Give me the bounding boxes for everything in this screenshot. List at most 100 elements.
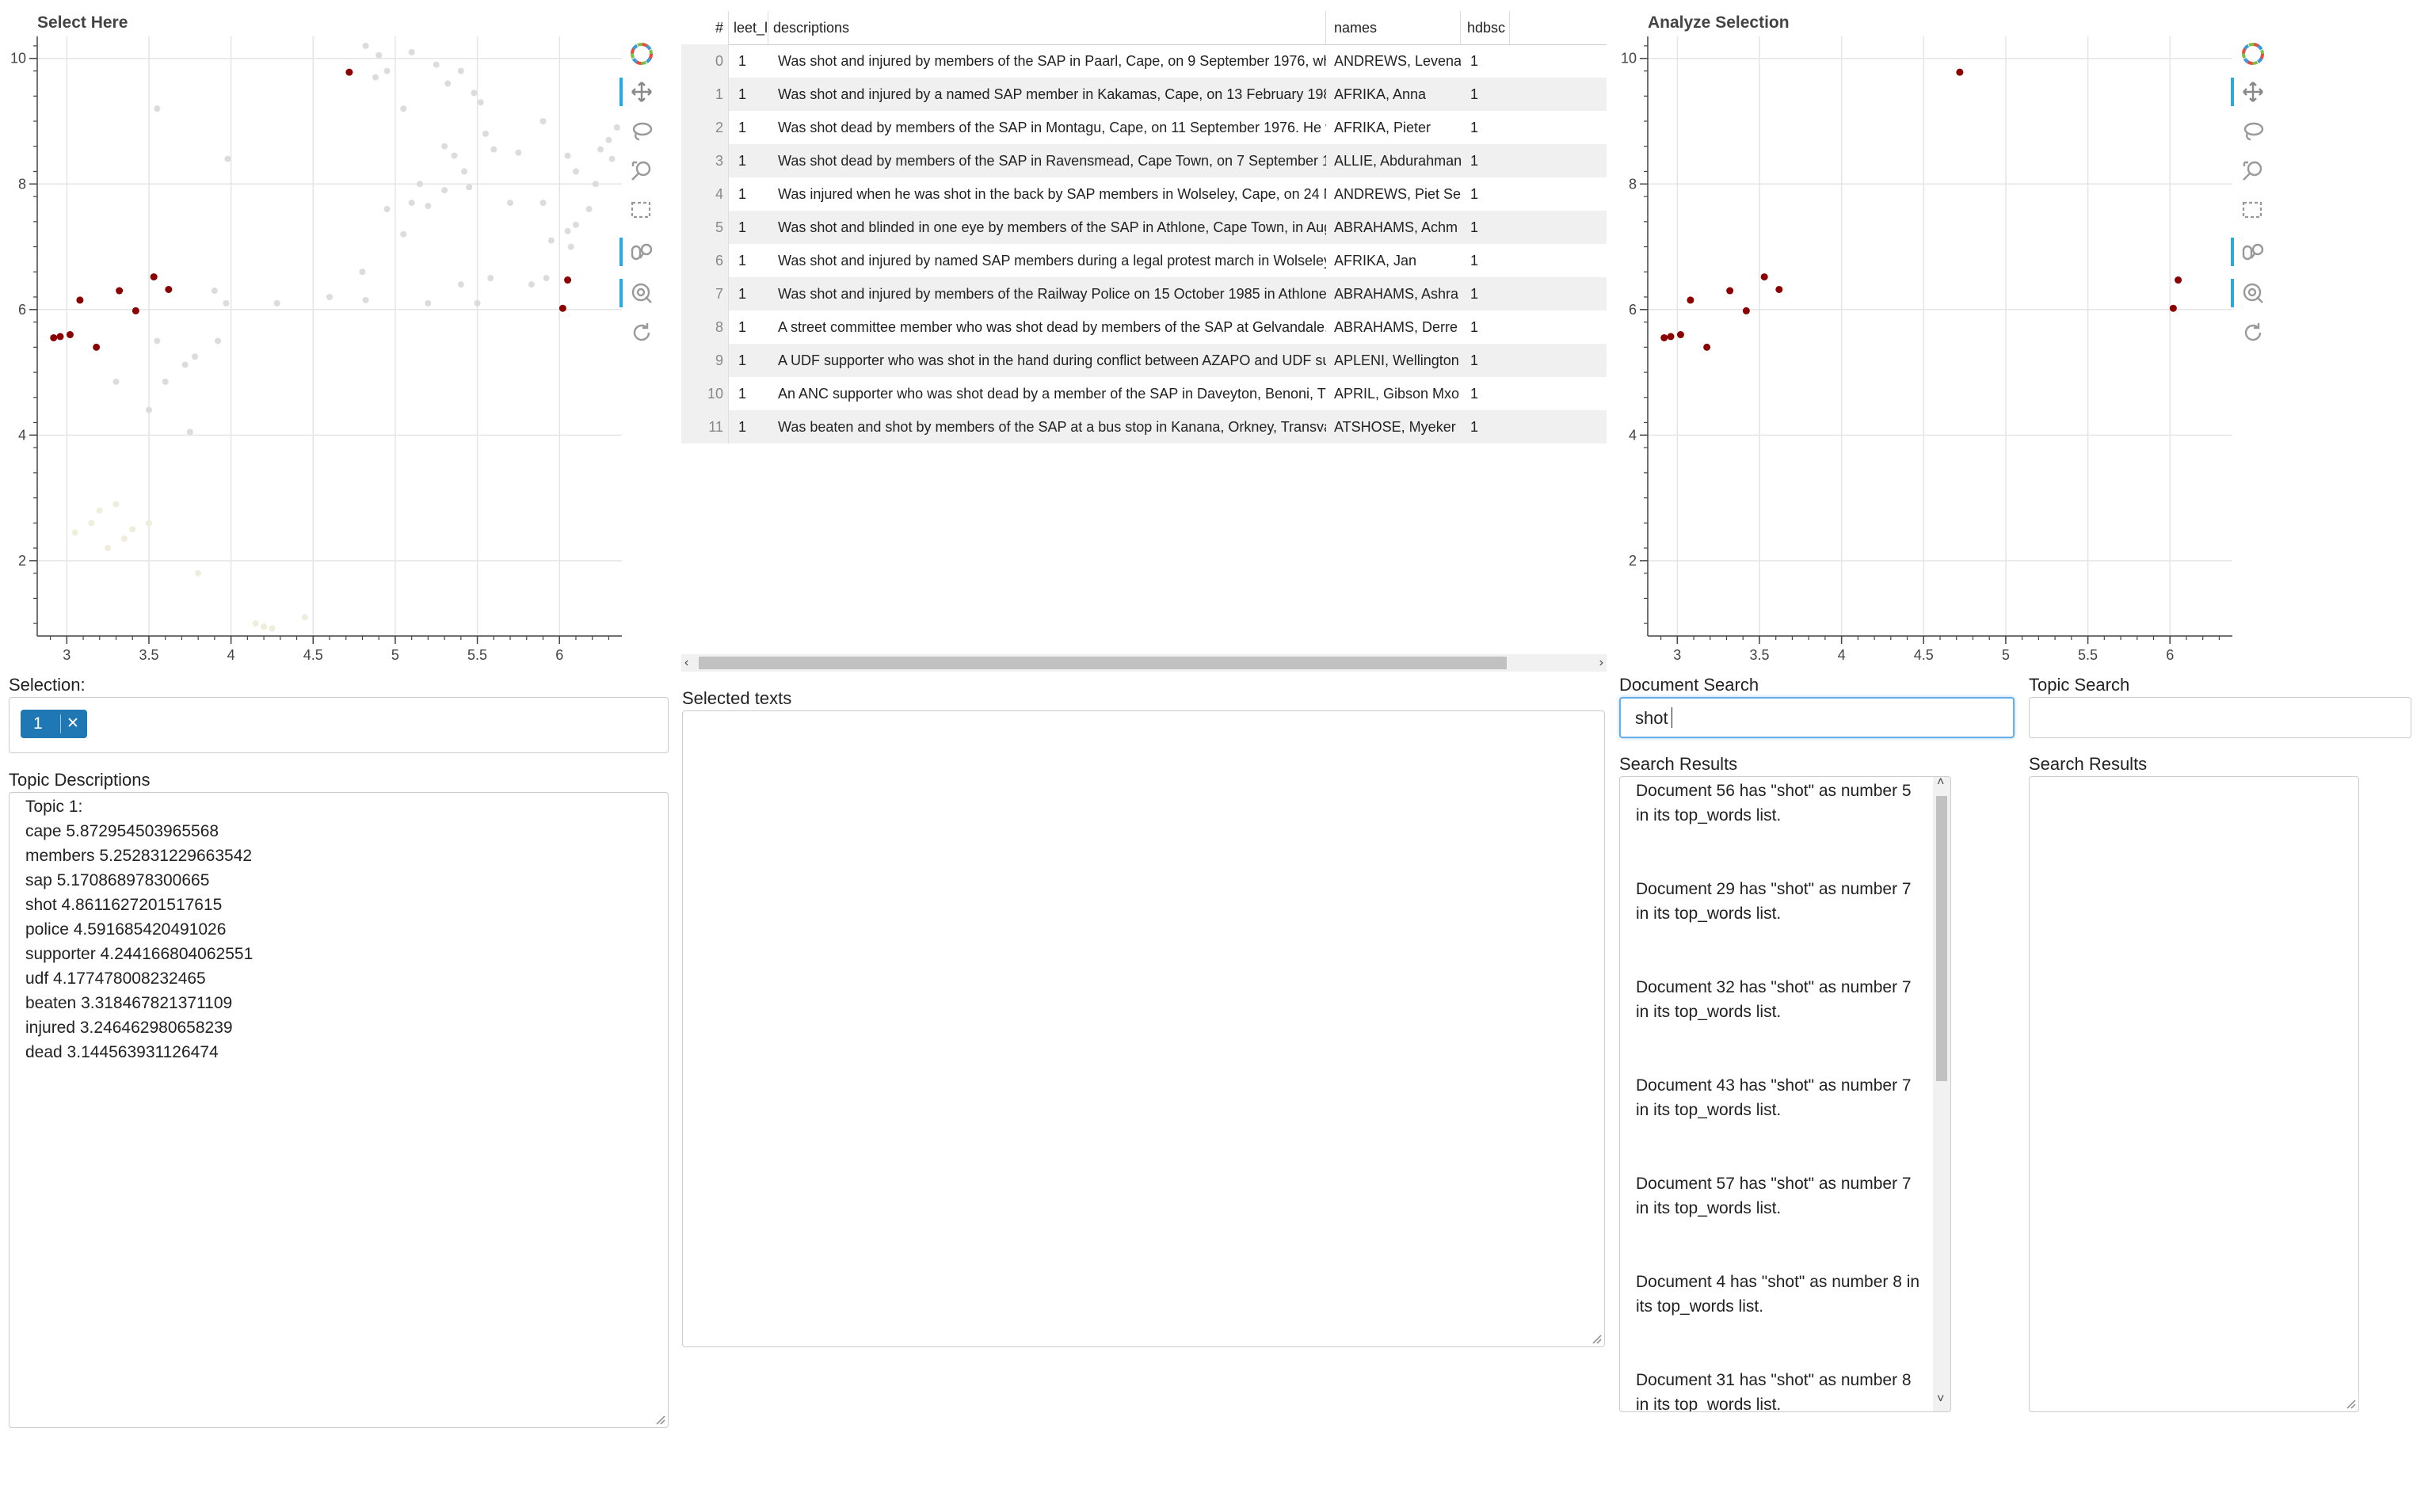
wheel-zoom-icon[interactable] [619,236,658,268]
selected-texts-textarea[interactable] [682,710,1605,1347]
left-plot-unselected-point[interactable] [444,80,452,87]
right-plot-selected-point[interactable] [1760,273,1768,281]
lasso-select-icon[interactable] [2237,116,2269,147]
scrollbar-thumb[interactable] [699,657,1507,669]
left-plot-unselected-point[interactable] [441,187,448,194]
left-plot-unselected-point[interactable] [154,105,161,112]
right-plot-selected-point[interactable] [1660,333,1668,341]
left-plot-unselected-point[interactable] [613,124,620,131]
reset-icon[interactable] [626,317,658,348]
pan-icon[interactable] [619,76,658,108]
right-plot-selected-point[interactable] [1687,296,1694,304]
right-plot-selected-point[interactable] [1775,285,1783,293]
selection-chip[interactable]: 1 ✕ [21,710,87,738]
zoom-in-icon[interactable] [626,155,658,187]
left-plot-unselected-point[interactable] [326,293,333,300]
table-row[interactable]: 2 1 Was shot dead by members of the SAP in… [681,111,1607,144]
left-plot-unselected-point[interactable] [215,337,222,345]
table-horizontal-scrollbar[interactable]: ‹ › [681,654,1607,672]
left-plot-unselected-point[interactable] [457,281,464,288]
right-plot-selected-point[interactable] [2175,276,2182,284]
left-plot-unselected-point[interactable] [460,168,467,175]
tap-icon[interactable] [2231,277,2269,309]
table-row[interactable]: 5 1 Was shot and blinded in one eye by mem… [681,211,1607,244]
box-select-icon[interactable] [626,195,658,227]
left-plot-unselected-point[interactable] [362,296,369,303]
left-plot-selected-point[interactable] [93,343,101,351]
right-plot-selected-point[interactable] [1742,307,1750,314]
topic-descriptions-textarea[interactable]: Topic 1: cape 5.872954503965568 members 5.… [9,792,669,1428]
left-plot-unselected-point[interactable] [372,74,379,81]
left-plot-selected-point[interactable] [150,273,158,281]
document-search-results[interactable]: Document 56 has "shot" as number 5 in it… [1619,776,1951,1412]
left-plot-unselected-point[interactable] [145,520,152,527]
right-plot-selected-point[interactable] [1676,331,1684,339]
left-plot-unselected-point[interactable] [572,221,579,228]
header-descriptions[interactable]: descriptions [770,11,1326,44]
left-plot-unselected-point[interactable] [359,269,366,276]
left-plot-unselected-point[interactable] [129,526,136,533]
left-plot-unselected-point[interactable] [375,51,383,59]
left-plot-unselected-point[interactable] [433,61,440,68]
left-plot-unselected-point[interactable] [474,299,481,307]
left-plot-unselected-point[interactable] [528,281,535,288]
left-plot-selected-point[interactable] [564,276,572,284]
left-plot-selected-point[interactable] [116,287,124,295]
left-plot-unselected-point[interactable] [383,67,391,74]
left-plot-unselected-point[interactable] [301,614,308,621]
left-plot-unselected-point[interactable] [507,200,514,207]
table-row[interactable]: 0 1 Was shot and injured by members of the… [681,44,1607,78]
left-plot-selected-point[interactable] [66,331,74,339]
left-plot-unselected-point[interactable] [487,275,494,282]
table-row[interactable]: 10 1 An ANC supporter who was shot dead by… [681,377,1607,410]
table-row[interactable]: 3 1 Was shot dead by members of the SAP in… [681,144,1607,177]
header-hdbscan[interactable]: hdbsc [1462,11,1510,44]
tap-icon[interactable] [619,277,658,309]
selection-multichoice[interactable]: 1 ✕ [9,697,669,753]
header-index[interactable]: # [681,11,729,44]
left-plot-selected-point[interactable] [345,68,353,76]
left-plot-unselected-point[interactable] [71,529,78,536]
right-plot-selected-point[interactable] [1956,68,1964,76]
header-leet[interactable]: leet_l [730,11,768,44]
left-plot-unselected-point[interactable] [400,105,407,112]
left-plot-unselected-point[interactable] [120,535,128,543]
scroll-left-arrow[interactable]: ‹ [684,656,688,670]
documents-table[interactable]: # leet_l descriptions names hdbsc 0 1 Was … [681,11,1607,672]
right-plot-selected-point[interactable] [1703,343,1711,351]
left-plot-selected-point[interactable] [50,333,58,341]
box-select-icon[interactable] [2237,195,2269,227]
right-scatter-plot[interactable]: 3 3.5 4 4.5 5 5.5 6 2 4 6 8 10 [1611,32,2244,665]
document-search-input[interactable]: shot [1619,697,2015,738]
left-plot-selected-point[interactable] [165,285,173,293]
right-plot-selected-point[interactable] [2169,304,2177,312]
table-row[interactable]: 7 1 Was shot and injured by members of the… [681,277,1607,310]
results-vertical-scrollbar[interactable]: ˄ ˅ [1933,777,1950,1411]
left-plot-unselected-point[interactable] [547,237,555,244]
left-plot-unselected-point[interactable] [572,168,579,175]
left-plot-unselected-point[interactable] [192,353,199,360]
left-plot-unselected-point[interactable] [145,406,152,413]
left-plot-unselected-point[interactable] [515,149,522,156]
left-plot-unselected-point[interactable] [112,501,120,508]
table-row[interactable]: 6 1 Was shot and injured by named SAP memb… [681,244,1607,277]
left-plot-unselected-point[interactable] [400,230,407,238]
left-plot-unselected-point[interactable] [564,152,571,159]
left-plot-unselected-point[interactable] [608,155,616,162]
left-plot-unselected-point[interactable] [252,620,259,627]
right-plot-selected-point[interactable] [1667,333,1675,341]
left-plot-unselected-point[interactable] [88,520,95,527]
table-row[interactable]: 4 1 Was injured when he was shot in the ba… [681,177,1607,211]
left-plot-unselected-point[interactable] [408,200,415,207]
left-plot-unselected-point[interactable] [186,428,193,436]
left-plot-unselected-point[interactable] [273,299,280,307]
left-plot-unselected-point[interactable] [383,205,391,212]
left-plot-unselected-point[interactable] [457,67,464,74]
left-plot-unselected-point[interactable] [162,378,169,385]
scroll-down-arrow[interactable]: ˅ [1937,1392,1944,1407]
left-plot-unselected-point[interactable] [451,152,458,159]
left-plot-unselected-point[interactable] [362,42,369,49]
left-plot-selected-point[interactable] [76,296,84,304]
left-plot-unselected-point[interactable] [567,243,574,250]
left-plot-unselected-point[interactable] [597,146,604,153]
